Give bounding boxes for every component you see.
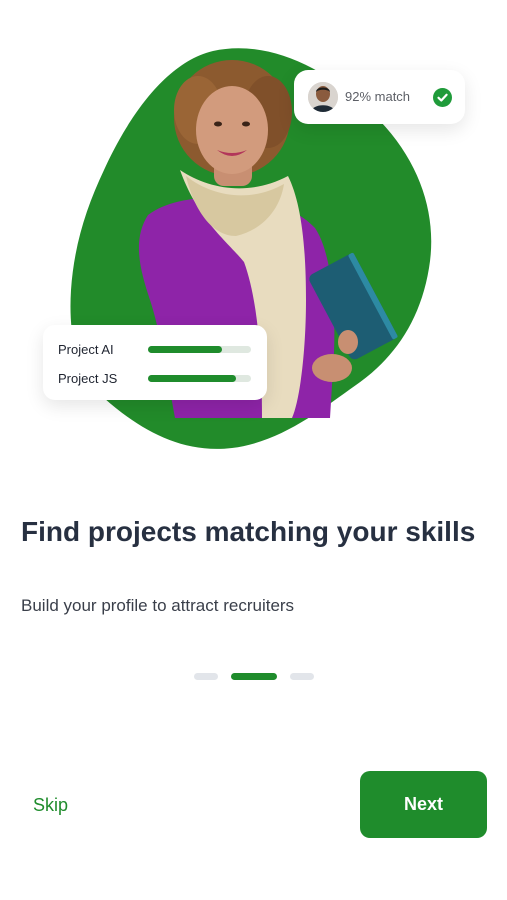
avatar [308,82,338,112]
projects-card: Project AI Project JS [43,325,267,400]
match-card: 92% match [294,70,465,124]
page-dot [194,673,218,680]
skip-button[interactable]: Skip [33,795,68,816]
match-percentage-text: 92% match [345,89,411,104]
onboarding-subtitle: Build your profile to attract recruiters [21,596,295,615]
person-avatar-icon [308,82,338,112]
project-progress-track [148,346,251,353]
next-button[interactable]: Next [360,771,487,838]
page-dot [231,673,277,680]
onboarding-title: Find projects matching your skills [21,516,476,547]
project-progress-bar [148,375,236,382]
page-dot [290,673,314,680]
check-circle-icon [433,88,452,107]
project-label: Project JS [58,371,118,386]
project-progress-bar [148,346,223,353]
hero-illustration: 92% match Project AI Project JS [0,0,507,470]
project-label: Project AI [58,342,114,357]
project-progress-track [148,375,251,382]
